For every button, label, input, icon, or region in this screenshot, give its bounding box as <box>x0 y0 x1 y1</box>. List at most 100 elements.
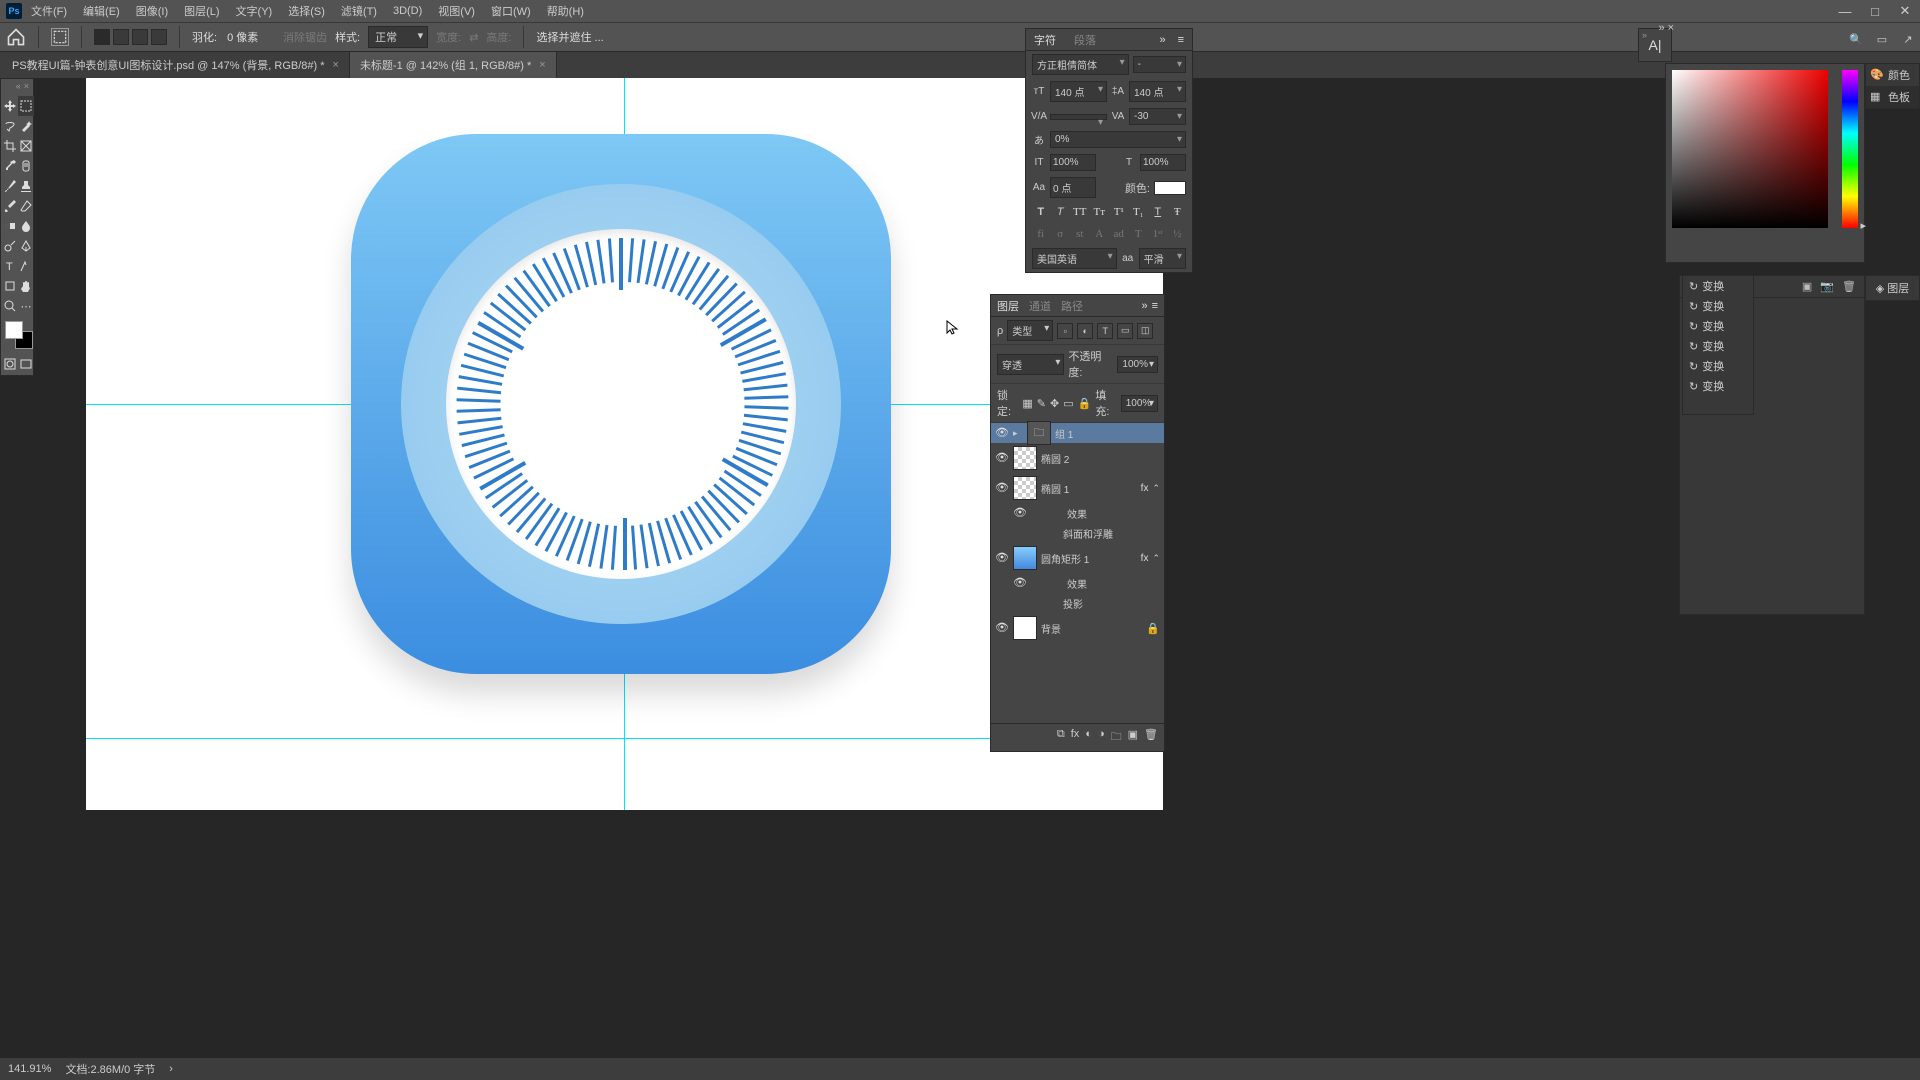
menu-help[interactable]: 帮助(H) <box>540 0 591 22</box>
gradient-tool[interactable] <box>2 216 18 236</box>
screenmode-tool[interactable] <box>18 354 34 374</box>
tab-layers-side[interactable]: ◈图层 <box>1866 276 1919 300</box>
menu-icon[interactable]: ≡ <box>1174 31 1188 49</box>
home-button[interactable] <box>6 27 26 47</box>
opentype-1st[interactable]: 1ˢᵗ <box>1149 226 1167 242</box>
font-size[interactable]: 140 点 <box>1050 81 1107 102</box>
hand-tool[interactable] <box>18 276 34 296</box>
baseline[interactable]: 0 点 <box>1050 177 1096 198</box>
lang-select[interactable]: 美国英语 <box>1032 248 1117 269</box>
subscript-button[interactable]: T₁ <box>1130 204 1148 220</box>
opentype-ad[interactable]: ad <box>1110 226 1128 242</box>
brush-tool[interactable] <box>2 176 18 196</box>
zoom-tool[interactable] <box>2 296 18 316</box>
stamp-tool[interactable] <box>18 176 34 196</box>
tab-layers[interactable]: 图层 <box>997 298 1019 314</box>
menu-icon[interactable]: ≡ <box>1152 300 1158 312</box>
tracking[interactable]: -30 <box>1129 108 1186 125</box>
mask-icon[interactable]: ◐ <box>1085 728 1092 747</box>
menu-filter[interactable]: 滤镜(T) <box>334 0 384 22</box>
layer-ellipse-1[interactable]: 👁 椭圆 1 fx⌃ <box>991 473 1164 503</box>
collapse-icon[interactable]: « <box>16 81 21 93</box>
history-item[interactable]: ↻变换 <box>1683 276 1753 296</box>
zoom-level[interactable]: 141.91% <box>8 1063 51 1075</box>
style-select[interactable]: 正常 <box>368 26 428 48</box>
strike-button[interactable]: Ŧ <box>1169 204 1187 220</box>
doc-size[interactable]: 文档:2.86M/0 字节 <box>65 1061 155 1077</box>
menu-view[interactable]: 视图(V) <box>431 0 482 22</box>
select-and-mask[interactable]: 选择并遮住 ... <box>536 29 603 45</box>
window-maximize[interactable]: □ <box>1860 0 1890 22</box>
history-item[interactable]: ↻变换 <box>1683 376 1753 396</box>
sel-int[interactable] <box>151 29 167 45</box>
lasso-tool[interactable] <box>2 116 18 136</box>
doc-tab-1[interactable]: PS教程UI篇-钟表创意UI图标设计.psd @ 147% (背景, RGB/8… <box>2 52 350 78</box>
snapshot-icon[interactable]: ▣ <box>1802 280 1812 293</box>
search-icon[interactable]: ρ <box>997 325 1003 337</box>
superscript-button[interactable]: T¹ <box>1110 204 1128 220</box>
filter-img[interactable]: ▫ <box>1057 323 1073 339</box>
window-minimize[interactable]: — <box>1830 0 1860 22</box>
allcaps-button[interactable]: TT <box>1071 204 1089 220</box>
layer-effect-shadow[interactable]: 投影 <box>991 593 1164 613</box>
history-item[interactable]: ↻变换 <box>1683 356 1753 376</box>
layer-background[interactable]: 👁 背景 🔒 <box>991 613 1164 643</box>
layer-effect[interactable]: 👁效果 <box>991 573 1164 593</box>
tab-color[interactable]: 🎨颜色 <box>1866 64 1919 86</box>
bold-button[interactable]: T <box>1032 204 1050 220</box>
marquee-tool[interactable] <box>18 96 34 116</box>
menu-3d[interactable]: 3D(D) <box>386 2 429 20</box>
tab-paths[interactable]: 路径 <box>1061 298 1083 314</box>
type-tool[interactable]: T <box>2 256 18 276</box>
quickmask-tool[interactable] <box>2 354 18 374</box>
collapse-icon[interactable]: » <box>1141 300 1147 312</box>
menu-window[interactable]: 窗口(W) <box>484 0 538 22</box>
blur-tool[interactable] <box>18 216 34 236</box>
sel-new[interactable] <box>94 29 110 45</box>
history-brush-tool[interactable] <box>2 196 18 216</box>
history-item[interactable]: ↻变换 <box>1683 296 1753 316</box>
menu-edit[interactable]: 编辑(E) <box>76 0 127 22</box>
text-color[interactable] <box>1154 181 1186 195</box>
eyedropper-tool[interactable] <box>2 156 18 176</box>
tab-channels[interactable]: 通道 <box>1029 298 1051 314</box>
doc-tab-2[interactable]: 未标题-1 @ 142% (组 1, RGB/8#) *× <box>350 52 557 78</box>
menu-layer[interactable]: 图层(L) <box>177 0 226 22</box>
menu-type[interactable]: 文字(Y) <box>229 0 280 22</box>
tab-character[interactable]: 字符 <box>1030 29 1060 51</box>
sel-add[interactable] <box>113 29 129 45</box>
close-icon[interactable]: × <box>333 59 339 71</box>
italic-button[interactable]: T <box>1052 204 1070 220</box>
close-icon[interactable]: × <box>539 59 545 71</box>
share-icon[interactable]: ↗ <box>1900 31 1916 47</box>
visibility-icon[interactable]: 👁 <box>995 621 1009 635</box>
filter-kind[interactable]: 类型 <box>1007 320 1053 341</box>
group-icon[interactable]: 🗀 <box>1111 728 1122 747</box>
fx-badge[interactable]: fx <box>1141 553 1149 564</box>
vscale[interactable]: 100% <box>1050 154 1096 171</box>
fill-value[interactable]: 100% <box>1121 395 1158 412</box>
wand-tool[interactable] <box>18 116 34 136</box>
opentype-t[interactable]: T <box>1130 226 1148 242</box>
opentype-st[interactable]: st <box>1071 226 1089 242</box>
filter-smart[interactable]: ◫ <box>1137 323 1153 339</box>
lock-trans-icon[interactable]: ▦ <box>1022 397 1032 410</box>
layer-rounded-rect[interactable]: 👁 圆角矩形 1 fx⌃ <box>991 543 1164 573</box>
crop-tool[interactable] <box>2 136 18 156</box>
hue-slider[interactable] <box>1842 70 1858 228</box>
lock-paint-icon[interactable]: ✎ <box>1037 397 1046 410</box>
window-close[interactable]: ✕ <box>1890 0 1920 22</box>
close-icon[interactable]: × <box>24 81 29 93</box>
foreground-color[interactable] <box>5 321 23 339</box>
filter-adj[interactable]: ◐ <box>1077 323 1093 339</box>
leading[interactable]: 140 点 <box>1129 81 1186 102</box>
more-tools[interactable]: ⋯ <box>18 296 34 316</box>
shape-tool[interactable] <box>2 276 18 296</box>
menu-select[interactable]: 选择(S) <box>281 0 332 22</box>
tab-paragraph[interactable]: 段落 <box>1070 29 1100 51</box>
collapse-icon[interactable]: » <box>1155 31 1169 49</box>
heal-tool[interactable] <box>18 156 34 176</box>
color-field[interactable] <box>1672 70 1828 228</box>
blend-mode[interactable]: 穿透 <box>997 354 1064 375</box>
color-swatches[interactable] <box>1 317 33 353</box>
